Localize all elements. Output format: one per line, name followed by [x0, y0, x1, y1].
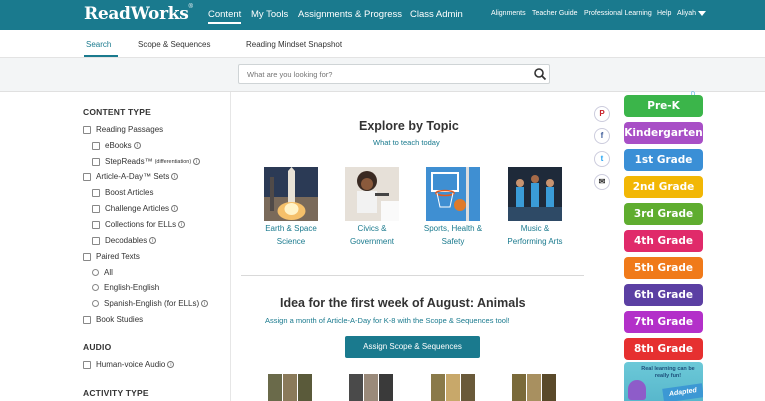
- filter-challenge-articles[interactable]: Challenge Articles i: [92, 204, 179, 213]
- nav-assignments-progress[interactable]: Assignments & Progress: [298, 9, 402, 20]
- info-icon[interactable]: i: [171, 173, 179, 180]
- checkbox[interactable]: [92, 157, 100, 166]
- info-icon[interactable]: i: [201, 300, 209, 307]
- filter-boost-articles[interactable]: Boost Articles: [92, 188, 153, 197]
- grade-button-6th-grade[interactable]: 6th Grade: [624, 284, 703, 306]
- checkbox[interactable]: [83, 125, 91, 134]
- activity-type-heading: ACTIVITY TYPE: [83, 388, 149, 398]
- facebook-icon[interactable]: f: [594, 128, 610, 144]
- content-type-heading: CONTENT TYPE: [83, 107, 152, 117]
- chevron-down-icon: [698, 10, 707, 16]
- search-band: [0, 58, 765, 92]
- audio-heading: AUDIO: [83, 342, 112, 352]
- search-input[interactable]: [238, 64, 550, 84]
- info-icon[interactable]: i: [133, 142, 141, 149]
- filter-spanish-english[interactable]: Spanish-English (for ELLs) i: [92, 299, 209, 308]
- nav-help[interactable]: Help: [657, 10, 671, 17]
- filter-ebooks[interactable]: eBooks i: [92, 141, 141, 150]
- radio[interactable]: [92, 300, 99, 307]
- section-divider: [241, 275, 584, 276]
- performers-image[interactable]: [508, 167, 562, 221]
- filter-collections-ells[interactable]: Collections for ELLs i: [92, 220, 186, 229]
- topic-music-performing-arts[interactable]: Music & Performing Arts: [495, 222, 575, 248]
- grade-button-2nd-grade[interactable]: 2nd Grade: [624, 176, 703, 198]
- filter-paired-texts[interactable]: Paired Texts: [83, 252, 140, 261]
- top-navigation-bar: ReadWorks® Content My Tools Assignments …: [0, 0, 765, 30]
- info-icon[interactable]: i: [167, 361, 175, 368]
- grade-button-8th-grade[interactable]: 8th Grade: [624, 338, 703, 360]
- ad-badge: Adapted: [662, 383, 703, 401]
- radio[interactable]: [92, 269, 99, 276]
- idea-subtitle: Assign a month of Article-A-Day for K-8 …: [265, 316, 510, 325]
- ad-text: Real learning can be really fun!: [641, 366, 695, 379]
- filter-stepreads[interactable]: StepReads™ (differentiation) i: [92, 157, 201, 166]
- sub-navigation-bar: Search Scope & Sequences Reading Mindset…: [0, 30, 765, 58]
- tab-search[interactable]: Search: [86, 40, 111, 49]
- topic-sports-health-safety[interactable]: Sports, Health & Safety: [413, 222, 493, 248]
- explore-title: Explore by Topic: [359, 119, 459, 133]
- grade-button-kindergarten[interactable]: Kindergarten: [624, 122, 703, 144]
- grade-button-1st-grade[interactable]: 1st Grade: [624, 149, 703, 171]
- twitter-icon[interactable]: t: [594, 151, 610, 167]
- filter-english-english[interactable]: English-English: [92, 283, 159, 292]
- pinterest-icon[interactable]: P: [594, 106, 610, 122]
- filter-article-a-day[interactable]: Article-A-Day™ Sets i: [83, 172, 179, 181]
- nav-class-admin[interactable]: Class Admin: [410, 9, 463, 20]
- active-tab-indicator: [84, 55, 118, 57]
- grade-button-3rd-grade[interactable]: 3rd Grade: [624, 203, 703, 225]
- user-name: Aliyah: [677, 10, 697, 17]
- filter-decodables[interactable]: Decodables i: [92, 236, 157, 245]
- email-icon[interactable]: ✉: [594, 174, 610, 190]
- checkbox[interactable]: [83, 252, 91, 261]
- checkbox[interactable]: [92, 236, 100, 245]
- explore-subtitle: What to teach today: [373, 138, 440, 147]
- nav-alignments[interactable]: Alignments: [491, 10, 526, 17]
- rocket-launch-image[interactable]: [264, 167, 318, 221]
- sidebar-divider: [230, 92, 231, 401]
- basketball-hoop-image[interactable]: [426, 167, 480, 221]
- animal-thumbnail[interactable]: [512, 374, 556, 401]
- nav-content[interactable]: Content: [208, 9, 242, 24]
- readworks-logo[interactable]: ReadWorks®: [84, 4, 193, 24]
- nav-professional-learning[interactable]: Professional Learning: [584, 10, 652, 17]
- search-icon[interactable]: [533, 67, 547, 81]
- info-icon[interactable]: i: [149, 237, 157, 244]
- filter-reading-passages[interactable]: Reading Passages: [83, 125, 163, 134]
- checkbox[interactable]: [83, 315, 91, 324]
- topic-civics-government[interactable]: Civics & Government: [332, 222, 412, 248]
- character-illustration: [628, 380, 646, 400]
- tab-reading-mindset-snapshot[interactable]: Reading Mindset Snapshot: [246, 40, 342, 49]
- assign-scope-sequences-button[interactable]: Assign Scope & Sequences: [345, 336, 480, 358]
- filter-human-voice-audio[interactable]: Human-voice Audio i: [83, 360, 175, 369]
- checkbox[interactable]: [92, 220, 100, 229]
- radio[interactable]: [92, 284, 99, 291]
- idea-title: Idea for the first week of August: Anima…: [280, 296, 526, 310]
- grade-button-5th-grade[interactable]: 5th Grade: [624, 257, 703, 279]
- nav-my-tools[interactable]: My Tools: [251, 9, 288, 20]
- topic-earth-space[interactable]: Earth & Space Science: [251, 222, 331, 248]
- speaker-podium-image[interactable]: [345, 167, 399, 221]
- checkbox[interactable]: [83, 360, 91, 369]
- animal-thumbnail[interactable]: [268, 374, 312, 401]
- info-icon[interactable]: i: [171, 205, 179, 212]
- checkbox[interactable]: [92, 141, 100, 150]
- filter-book-studies[interactable]: Book Studies: [83, 315, 143, 324]
- animal-thumbnail[interactable]: [431, 374, 475, 401]
- checkbox[interactable]: [92, 188, 100, 197]
- adapted-mind-ad[interactable]: Real learning can be really fun! Adapted: [624, 362, 703, 401]
- info-icon[interactable]: i: [178, 221, 186, 228]
- filter-all[interactable]: All: [92, 268, 113, 277]
- info-icon[interactable]: i: [193, 158, 201, 165]
- grade-button-pre-k[interactable]: Pre-K: [624, 95, 703, 117]
- grade-button-4th-grade[interactable]: 4th Grade: [624, 230, 703, 252]
- nav-teacher-guide[interactable]: Teacher Guide: [532, 10, 578, 17]
- user-menu[interactable]: Aliyah: [677, 10, 707, 17]
- animal-thumbnail[interactable]: [349, 374, 393, 401]
- checkbox[interactable]: [92, 204, 100, 213]
- checkbox[interactable]: [83, 172, 91, 181]
- tab-scope-sequences[interactable]: Scope & Sequences: [138, 40, 211, 49]
- grade-button-7th-grade[interactable]: 7th Grade: [624, 311, 703, 333]
